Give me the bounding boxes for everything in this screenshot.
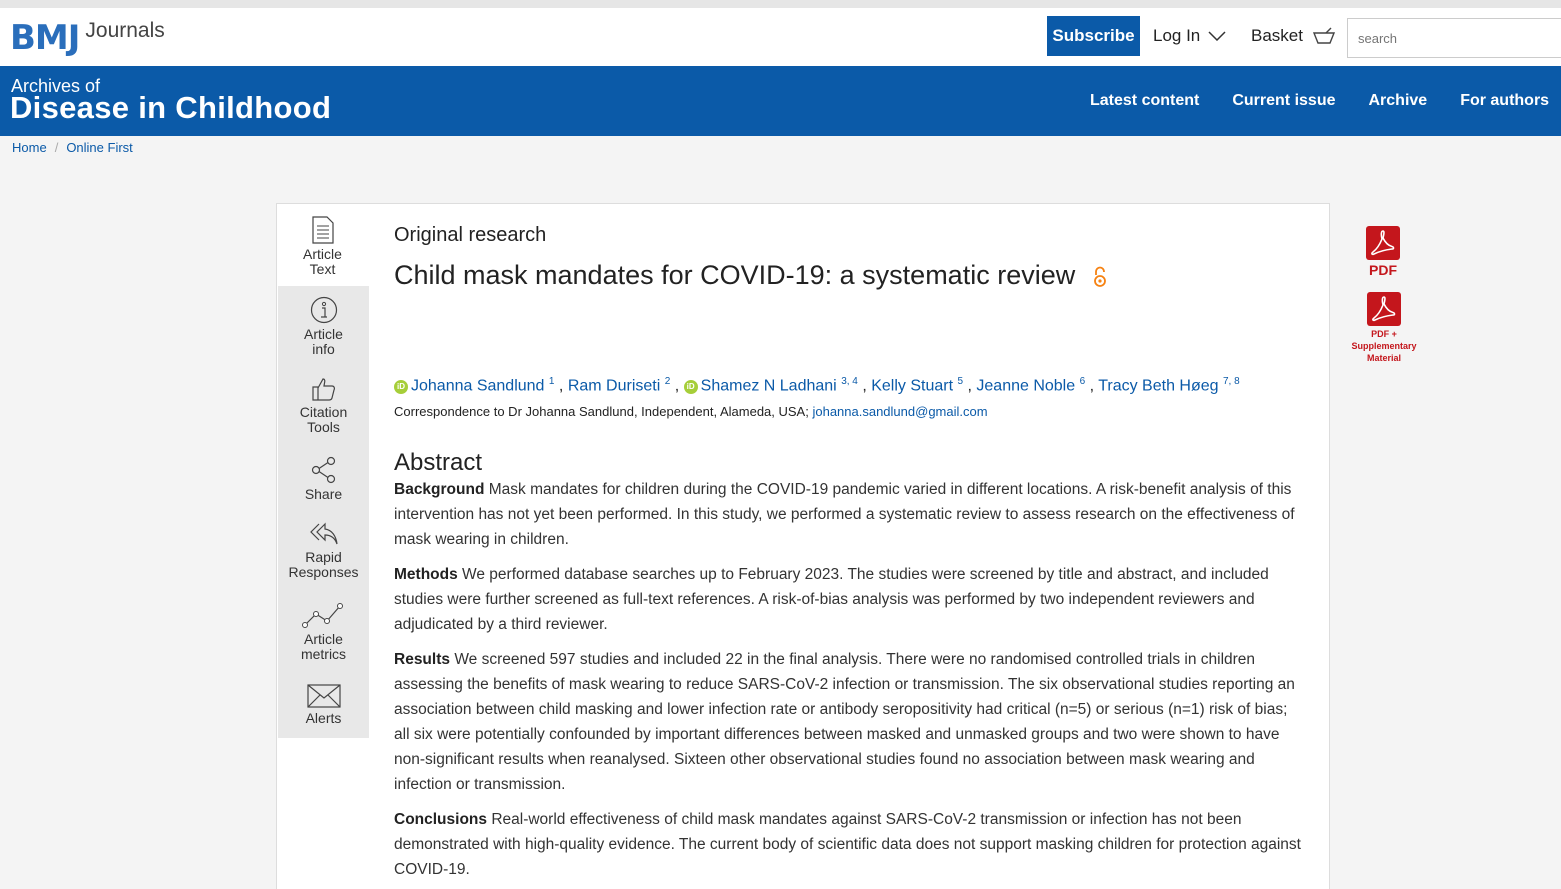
sidebar-item-citation-tools[interactable]: Citation Tools — [278, 376, 369, 435]
share-icon — [311, 456, 335, 484]
metrics-icon — [301, 603, 343, 628]
basket-link[interactable]: Basket — [1251, 26, 1335, 46]
article-card: Article Text Article info Citation Tools… — [276, 203, 1417, 889]
abstract-section-text: We performed database searches up to Feb… — [394, 566, 1269, 633]
author-affiliation[interactable]: 5 — [957, 376, 963, 387]
author-link[interactable]: Shamez N Ladhani — [701, 377, 837, 394]
orcid-icon[interactable]: iD — [683, 380, 698, 395]
abstract-conclusions: Conclusions Real-world effectiveness of … — [394, 807, 1304, 882]
orcid-icon[interactable]: iD — [394, 380, 408, 395]
article-title-text: Child mask mandates for COVID-19: a syst… — [394, 260, 1076, 290]
sidebar-item-label: info — [312, 341, 335, 357]
sidebar-item-label: Share — [304, 486, 343, 502]
abstract-section-text: Mask mandates for children during the CO… — [394, 481, 1295, 548]
correspondence-text: Correspondence to Dr Johanna Sandlund, I… — [394, 404, 809, 419]
pdf-supp-label: Material — [1366, 353, 1401, 363]
sidebar-item-label: Tools — [307, 419, 340, 435]
bmj-journals-logo[interactable]: BMJ Journals — [10, 18, 165, 66]
login-label: Log In — [1153, 26, 1201, 45]
abstract-section-text: We screened 597 studies and included 22 … — [394, 651, 1295, 793]
sidebar-item-article-metrics[interactable]: Article metrics — [278, 601, 369, 662]
abstract-section-label: Results — [394, 651, 450, 668]
login-menu[interactable]: Log In — [1153, 26, 1226, 46]
correspondence: Correspondence to Dr Johanna Sandlund, I… — [394, 404, 988, 419]
sidebar-item-rapid-responses[interactable]: Rapid Responses — [278, 521, 369, 580]
sidebar-item-article-text[interactable]: Article Text — [277, 216, 368, 277]
abstract-section-label: Conclusions — [394, 811, 488, 828]
author-link[interactable]: Jeanne Noble — [976, 377, 1075, 394]
sidebar-item-label: Article — [303, 246, 342, 262]
pdf-label: PDF — [1369, 262, 1397, 278]
journals-logo-text: Journals — [85, 19, 165, 42]
article-type: Original research — [394, 224, 547, 246]
breadcrumb: Home / Online First — [12, 140, 133, 155]
pdf-icon — [1366, 226, 1400, 260]
pdf-icon — [1367, 292, 1401, 326]
abstract-section-label: Methods — [394, 566, 458, 583]
pdf-supp-label: PDF + — [1371, 329, 1397, 339]
sidebar-item-label: Citation — [299, 404, 348, 420]
nav-for-authors[interactable]: For authors — [1460, 92, 1549, 110]
author-link[interactable]: Tracy Beth Høeg — [1098, 377, 1218, 394]
author-link[interactable]: Johanna Sandlund — [411, 377, 544, 394]
author-affiliation[interactable]: 2 — [665, 376, 671, 387]
abstract-methods: Methods We performed database searches u… — [394, 562, 1304, 637]
breadcrumb-separator: / — [54, 140, 59, 155]
article-title: Child mask mandates for COVID-19: a syst… — [394, 260, 1107, 291]
nav-latest-content[interactable]: Latest content — [1090, 92, 1199, 110]
reply-all-icon — [309, 522, 338, 545]
sidebar-item-label: Alerts — [305, 710, 342, 726]
journal-banner: Archives of Disease in Childhood Latest … — [0, 66, 1561, 136]
info-icon — [310, 296, 337, 324]
correspondence-email[interactable]: johanna.sandlund@gmail.com — [812, 404, 987, 419]
journal-title-line2[interactable]: Disease in Childhood — [10, 90, 331, 126]
abstract-results: Results We screened 597 studies and incl… — [394, 647, 1304, 797]
top-bar: BMJ Journals Subscribe Log In Basket — [0, 0, 1561, 66]
chevron-down-icon — [1208, 31, 1226, 41]
abstract-heading: Abstract — [394, 449, 483, 476]
envelope-icon — [306, 684, 341, 708]
abstract-background: Background Mask mandates for children du… — [394, 477, 1304, 552]
author-link[interactable]: Ram Duriseti — [568, 377, 660, 394]
abstract-section-label: Background — [394, 481, 485, 498]
sidebar-item-alerts[interactable]: Alerts — [278, 684, 369, 726]
author-link[interactable]: Kelly Stuart — [871, 377, 953, 394]
author-affiliation[interactable]: 7, 8 — [1223, 376, 1240, 387]
basket-icon — [1312, 27, 1335, 44]
author-list: iD Johanna Sandlund 1 , Ram Duriseti 2 , … — [394, 376, 1240, 395]
author-affiliation[interactable]: 3, 4 — [841, 376, 858, 387]
pdf-supp-label: Supplementary — [1351, 341, 1417, 351]
thumbs-up-icon — [311, 378, 335, 401]
pdf-download-button[interactable]: PDF — [1350, 226, 1416, 278]
sidebar-item-label: Responses — [288, 564, 359, 580]
sidebar-item-article-info[interactable]: Article info — [278, 296, 369, 357]
breadcrumb-home[interactable]: Home — [12, 140, 47, 155]
main-nav: Latest content Current issue Archive For… — [1090, 92, 1561, 110]
sidebar-item-label: metrics — [300, 646, 347, 662]
sidebar-item-label: Article — [304, 631, 343, 647]
open-access-icon — [1093, 266, 1106, 287]
breadcrumb-online-first[interactable]: Online First — [66, 140, 132, 155]
sidebar-item-label: Article — [304, 326, 343, 342]
document-icon — [311, 216, 334, 244]
nav-archive[interactable]: Archive — [1368, 92, 1427, 110]
bmj-logo-text: BMJ — [10, 18, 80, 58]
abstract-section-text: Real-world effectiveness of child mask m… — [394, 811, 1301, 878]
pdf-supplementary-button[interactable]: PDF + Supplementary Material — [1334, 292, 1434, 364]
author-affiliation[interactable]: 1 — [549, 376, 555, 387]
subscribe-button[interactable]: Subscribe — [1047, 16, 1140, 56]
search-input[interactable] — [1347, 18, 1561, 58]
nav-current-issue[interactable]: Current issue — [1232, 92, 1335, 110]
sidebar-item-share[interactable]: Share — [278, 456, 369, 502]
basket-label: Basket — [1251, 26, 1303, 45]
sidebar-item-label: Text — [309, 261, 336, 277]
sidebar-item-label: Rapid — [305, 549, 342, 565]
author-affiliation[interactable]: 6 — [1080, 376, 1086, 387]
